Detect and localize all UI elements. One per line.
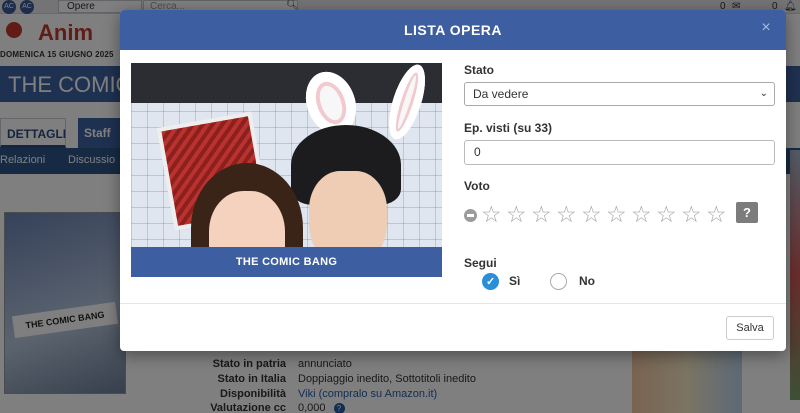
star-icon[interactable]: ☆ xyxy=(581,202,602,226)
voto-label: Voto xyxy=(464,179,490,193)
rating-help-button[interactable]: ? xyxy=(736,202,758,223)
lista-opera-modal: LISTA OPERA × THE COMIC BANG Stato Da ve… xyxy=(120,10,786,351)
cover-image: THE COMIC BANG xyxy=(131,63,442,277)
star-icon[interactable]: ☆ xyxy=(706,202,727,226)
cover-banner-title: THE COMIC BANG xyxy=(235,256,338,268)
stato-label: Stato xyxy=(464,63,494,77)
save-button[interactable]: Salva xyxy=(726,316,774,340)
star-icon[interactable]: ☆ xyxy=(481,202,502,226)
segui-yes-label: Sì xyxy=(509,274,521,288)
clear-rating-icon[interactable] xyxy=(464,209,477,222)
star-icon[interactable]: ☆ xyxy=(606,202,627,226)
modal-title: LISTA OPERA xyxy=(403,22,503,38)
segui-label: Segui xyxy=(464,256,497,270)
close-icon[interactable]: × xyxy=(758,20,774,36)
star-icon[interactable]: ☆ xyxy=(631,202,652,226)
star-icon[interactable]: ☆ xyxy=(681,202,702,226)
episodes-label: Ep. visti (su 33) xyxy=(464,121,553,135)
star-icon[interactable]: ☆ xyxy=(556,202,577,226)
star-icon[interactable]: ☆ xyxy=(506,202,527,226)
stato-select[interactable]: Da vedere ⌄ xyxy=(464,82,775,106)
star-icon[interactable]: ☆ xyxy=(531,202,552,226)
star-icon[interactable]: ☆ xyxy=(656,202,677,226)
stato-value: Da vedere xyxy=(473,87,529,101)
modal-footer: Salva xyxy=(120,303,786,351)
segui-no-radio[interactable] xyxy=(550,273,567,290)
segui-no-label: No xyxy=(579,274,595,288)
chevron-down-icon: ⌄ xyxy=(759,88,768,99)
segui-yes-radio[interactable] xyxy=(482,273,499,290)
segui-options: Sì No xyxy=(482,273,632,293)
episodes-input[interactable]: 0 xyxy=(464,140,775,165)
modal-header: LISTA OPERA × xyxy=(120,10,786,50)
